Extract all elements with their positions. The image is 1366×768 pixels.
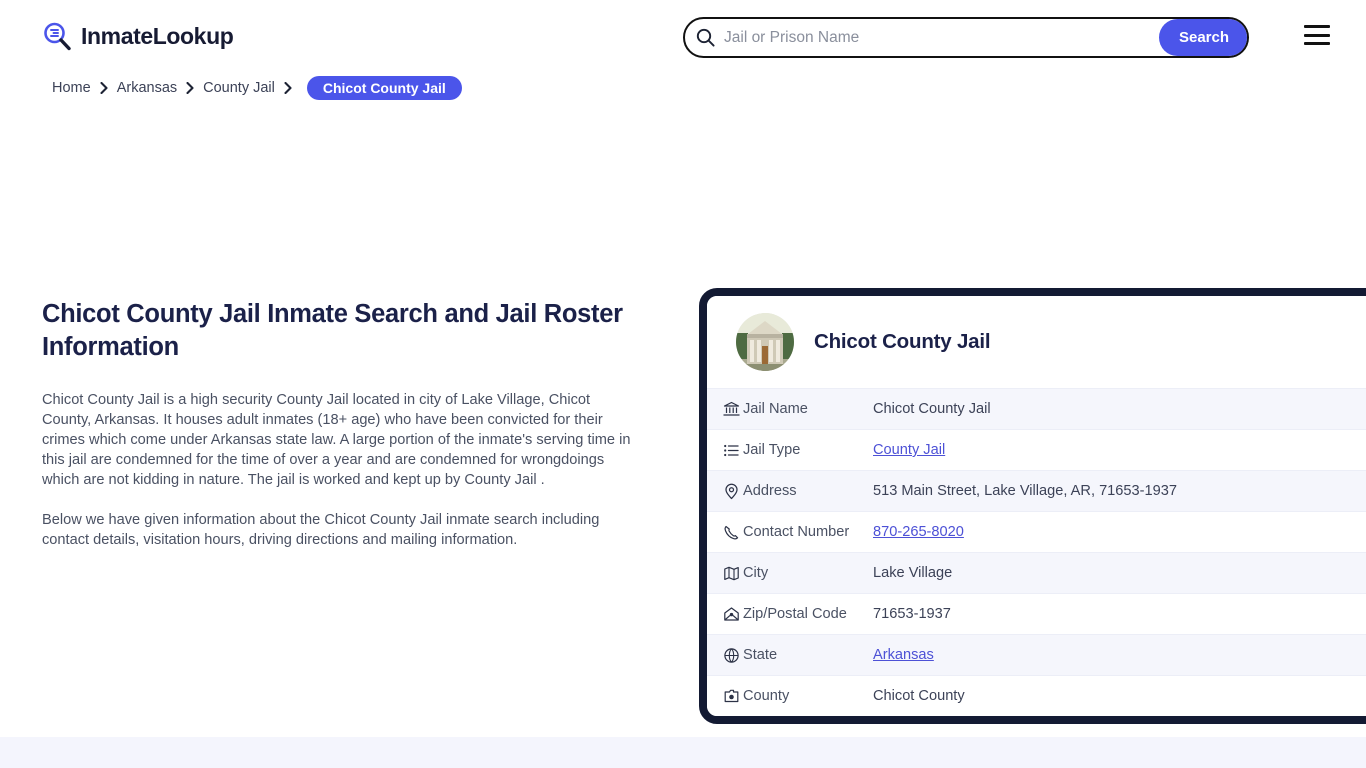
row-label: Contact Number [743, 524, 850, 540]
map-icon [707, 565, 743, 582]
main-content: Chicot County Jail Inmate Search and Jai… [0, 100, 1366, 730]
search-input[interactable] [715, 19, 1159, 56]
state-link[interactable]: Arkansas [873, 647, 934, 663]
table-row: County Chicot County [707, 675, 1366, 716]
table-row: City Lake Village [707, 552, 1366, 593]
row-label: State [743, 647, 778, 663]
search-icon [696, 28, 715, 47]
jail-info-table: Jail Name Chicot County Jail Jail Type C… [707, 388, 1366, 716]
table-row: Contact Number 870-265-8020 [707, 511, 1366, 552]
mail-icon [707, 606, 743, 623]
row-label: City [743, 565, 769, 581]
row-value: 71653-1937 [873, 606, 951, 622]
globe-icon [707, 647, 743, 664]
marker-icon [707, 688, 743, 705]
breadcrumb-item-arkansas[interactable]: Arkansas [117, 80, 177, 96]
row-value: Arkansas [873, 647, 1366, 663]
chevron-right-icon [284, 82, 292, 94]
list-icon [707, 442, 743, 459]
hamburger-bar [1304, 25, 1330, 28]
search-bar[interactable]: Search [683, 17, 1249, 58]
breadcrumb-item-county-jail[interactable]: County Jail [203, 80, 275, 96]
row-value: Chicot County [873, 688, 965, 704]
intro-paragraph: Chicot County Jail is a high security Co… [42, 392, 631, 488]
row-value: Chicot County Jail [873, 401, 991, 417]
secondary-paragraph: Below we have given information about th… [42, 512, 600, 548]
table-row: Jail Type County Jail [707, 429, 1366, 470]
phone-link[interactable]: 870-265-8020 [873, 524, 964, 540]
breadcrumb-item-current: Chicot County Jail [306, 76, 462, 100]
breadcrumb: Home Arkansas County Jail Chicot County … [52, 76, 1366, 100]
hamburger-menu-icon[interactable] [1304, 25, 1330, 45]
phone-icon [707, 524, 743, 541]
courthouse-photo [736, 313, 794, 371]
magnifier-list-icon [42, 21, 72, 51]
card-title: Chicot County Jail [814, 330, 991, 353]
jail-info-card: Chicot County Jail Jail Name Chicot Coun… [699, 288, 1366, 724]
chevron-right-icon [100, 82, 108, 94]
table-row: State Arkansas [707, 634, 1366, 675]
row-value: 513 Main Street, Lake Village, AR, 71653… [873, 483, 1177, 499]
hamburger-bar [1304, 33, 1330, 37]
hamburger-bar [1304, 42, 1330, 45]
bank-icon [707, 401, 743, 418]
brand-name: InmateLookup [81, 22, 234, 49]
table-row: Jail Name Chicot County Jail [707, 388, 1366, 429]
chevron-right-icon [186, 82, 194, 94]
row-label: Address [743, 483, 797, 499]
row-label: Zip/Postal Code [743, 606, 847, 622]
row-value: 870-265-8020 [873, 524, 1366, 540]
card-header: Chicot County Jail [707, 296, 1366, 388]
site-logo-link[interactable]: InmateLookup [42, 21, 234, 51]
row-label: County [743, 688, 790, 704]
page-title: Chicot County Jail Inmate Search and Jai… [42, 300, 623, 361]
row-value: County Jail [873, 442, 1366, 458]
breadcrumb-item-home[interactable]: Home [52, 80, 91, 96]
table-row: Zip/Postal Code 71653-1937 [707, 593, 1366, 634]
row-label: Jail Type [743, 442, 801, 458]
footer-band [0, 737, 1366, 768]
article-column: Chicot County Jail Inmate Search and Jai… [42, 298, 642, 570]
map-pin-icon [707, 483, 743, 500]
row-value: Lake Village [873, 565, 953, 581]
site-header: InmateLookup Search [0, 0, 1366, 72]
table-row: Address 513 Main Street, Lake Village, A… [707, 470, 1366, 511]
search-button[interactable]: Search [1159, 19, 1247, 56]
row-label: Jail Name [743, 401, 808, 417]
jail-type-link[interactable]: County Jail [873, 442, 945, 458]
